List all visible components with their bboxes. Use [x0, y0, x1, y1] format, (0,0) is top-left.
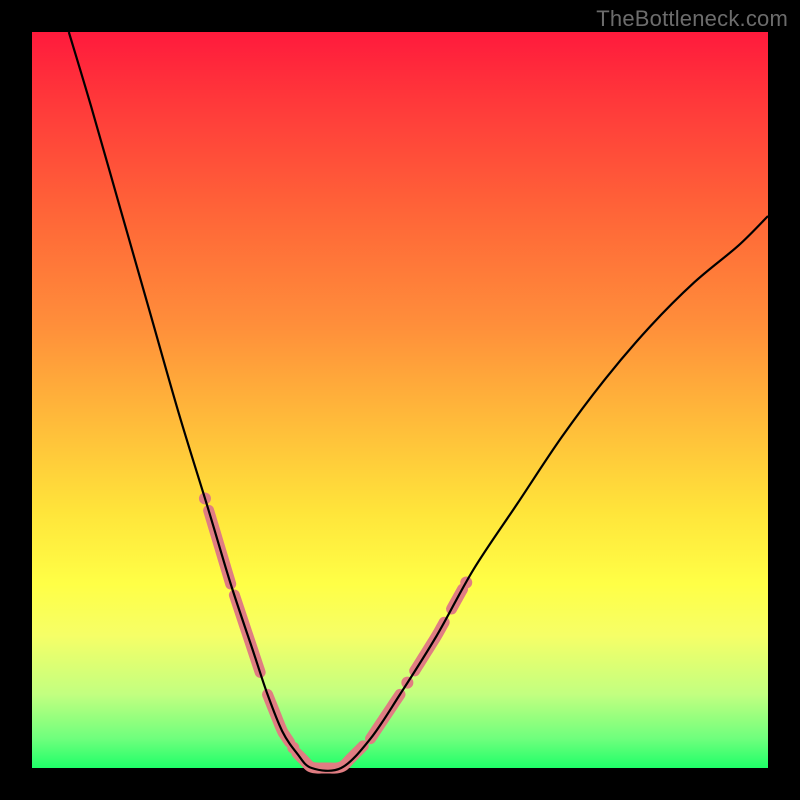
- plot-area: [32, 32, 768, 768]
- highlight-layer: [199, 492, 472, 768]
- curve-svg: [32, 32, 768, 768]
- outer-frame: TheBottleneck.com: [0, 0, 800, 800]
- watermark-text: TheBottleneck.com: [596, 6, 788, 32]
